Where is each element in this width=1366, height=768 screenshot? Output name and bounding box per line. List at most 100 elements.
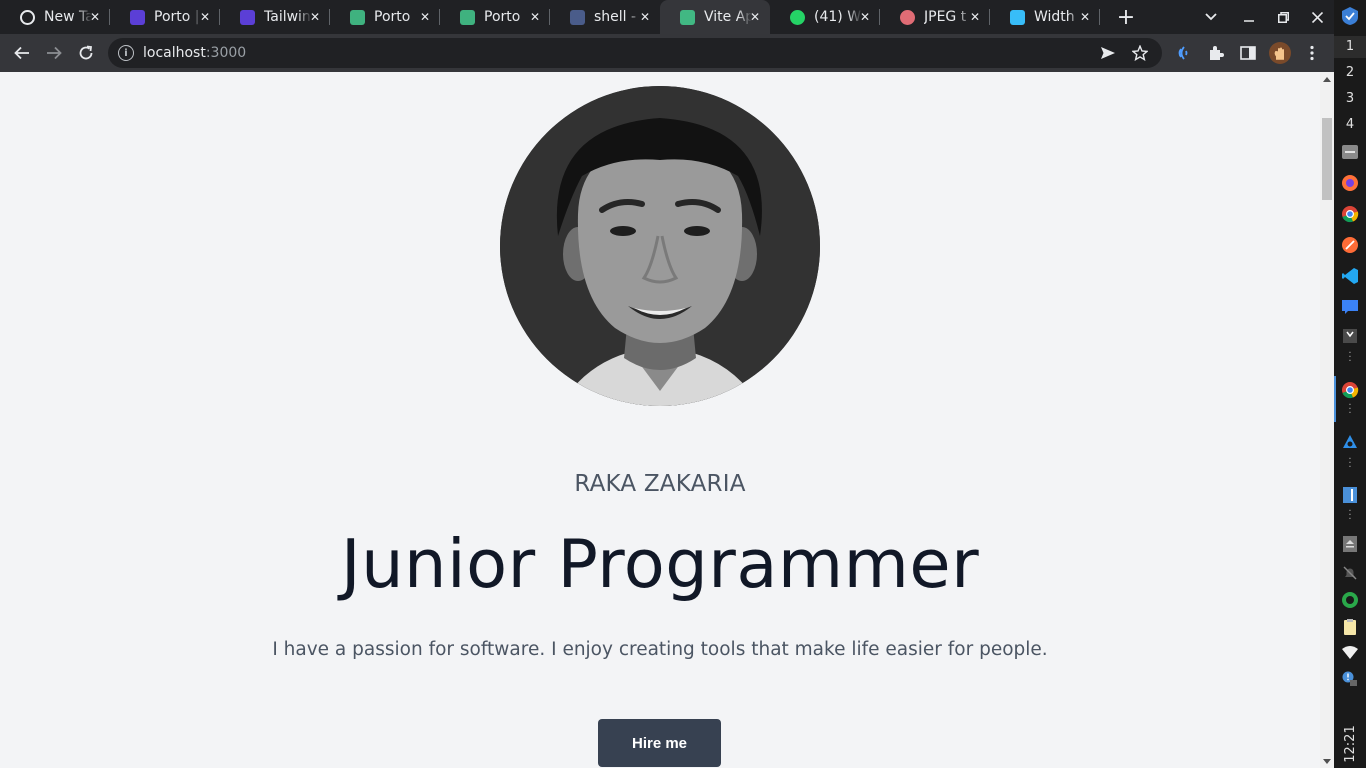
browser-toolbar: i localhost:3000 (0, 34, 1334, 72)
eject-icon[interactable] (1340, 534, 1360, 554)
dock-more-dots: · · · (1348, 454, 1352, 473)
chrome-active-icon[interactable] (1340, 380, 1360, 400)
tab-close-icon[interactable]: ✕ (966, 8, 984, 26)
restore-button[interactable] (1266, 0, 1300, 34)
vue-icon (680, 9, 695, 25)
update-notifier-icon[interactable] (1340, 669, 1360, 689)
extension-wave-button[interactable] (1168, 37, 1200, 69)
scroll-thumb[interactable] (1322, 118, 1332, 200)
bookmark-button[interactable] (1124, 38, 1156, 68)
back-button[interactable] (6, 37, 38, 69)
minimize-button[interactable] (1232, 0, 1266, 34)
tab-separator (1099, 9, 1100, 25)
tab-search-button[interactable] (1194, 0, 1228, 34)
tab-list: New Tab✕Porto | ✕Tailwind✕Porto✕Porto✕sh… (0, 0, 1100, 34)
green-square-icon (460, 9, 475, 25)
scroll-up-arrow-icon[interactable] (1323, 77, 1331, 82)
url-host: localhost (143, 45, 206, 61)
hire-me-button[interactable]: Hire me (598, 719, 721, 767)
tab-close-icon[interactable]: ✕ (306, 8, 324, 26)
side-panel-button[interactable] (1232, 37, 1264, 69)
tagline: I have a passion for software. I enjoy c… (272, 639, 1048, 660)
tab-close-icon[interactable]: ✕ (416, 8, 434, 26)
avatar (1269, 42, 1291, 64)
reload-icon (79, 45, 93, 60)
browser-tab[interactable]: JPEG t ✕ (880, 0, 990, 34)
tailwind-icon (1010, 9, 1025, 25)
tab-close-icon[interactable]: ✕ (526, 8, 544, 26)
chrome-icon[interactable] (1340, 204, 1360, 224)
sync-app-icon[interactable] (1340, 590, 1360, 610)
browser-tab[interactable]: Porto ✕ (440, 0, 550, 34)
portrait-image (500, 86, 820, 406)
chrome-icon (20, 9, 35, 25)
tab-title: Vite Ap (704, 9, 752, 25)
tab-close-icon[interactable]: ✕ (746, 8, 764, 26)
chrome-menu-button[interactable] (1296, 37, 1328, 69)
notifications-muted-icon[interactable] (1340, 563, 1360, 583)
puzzle-icon (1210, 46, 1224, 60)
browser-tab[interactable]: Porto ✕ (330, 0, 440, 34)
restore-icon (1277, 11, 1289, 23)
vscode-icon[interactable] (1340, 266, 1360, 286)
postman-icon[interactable] (1340, 235, 1360, 255)
scroll-down-arrow-icon[interactable] (1323, 759, 1331, 764)
window-controls (1194, 0, 1334, 34)
browser-tab[interactable]: Porto | ✕ (110, 0, 220, 34)
tab-title: shell - l (594, 9, 642, 25)
purple-square-icon (240, 9, 255, 25)
close-icon (1311, 11, 1323, 23)
browser-tab[interactable]: Vite Ap ✕ (660, 0, 770, 34)
tab-close-icon[interactable]: ✕ (856, 8, 874, 26)
browser-tab[interactable]: (41) Wh✕ (770, 0, 880, 34)
files-app-icon[interactable] (1340, 142, 1360, 162)
send-to-devices-button[interactable] (1092, 38, 1124, 68)
dock-more-dots: · · · (1348, 506, 1352, 525)
chat-app-icon[interactable] (1340, 297, 1360, 317)
firefox-icon[interactable] (1340, 173, 1360, 193)
tab-title: New Tab (44, 9, 92, 25)
tab-close-icon[interactable]: ✕ (86, 8, 104, 26)
browser-tab[interactable]: Width ✕ (990, 0, 1100, 34)
browser-tab[interactable]: New Tab✕ (0, 0, 110, 34)
minimize-icon (1244, 20, 1254, 22)
desktop-dock: 1 2 3 4 · · · · · · · · · · · · 12:21 (1334, 0, 1366, 768)
vpn-app-icon[interactable] (1340, 433, 1360, 453)
tab-strip: New Tab✕Porto | ✕Tailwind✕Porto✕Porto✕sh… (0, 0, 1334, 34)
green-square-icon (350, 9, 365, 25)
terminal-app-icon[interactable] (1340, 326, 1360, 346)
dock-more-dots: · · · (1348, 348, 1352, 367)
profile-button[interactable] (1264, 37, 1296, 69)
workspace-button[interactable]: 2 (1334, 62, 1366, 84)
hand-icon (1274, 47, 1284, 60)
toolbar-extensions (1168, 37, 1328, 69)
forward-button[interactable] (38, 37, 70, 69)
tab-title: (41) Wh (814, 9, 862, 25)
new-tab-button[interactable]: + (1112, 3, 1140, 31)
address-bar[interactable]: i localhost:3000 (108, 38, 1162, 68)
wifi-icon[interactable] (1340, 643, 1360, 663)
tab-close-icon[interactable]: ✕ (196, 8, 214, 26)
tab-close-icon[interactable]: ✕ (1076, 8, 1094, 26)
extensions-button[interactable] (1200, 37, 1232, 69)
browser-tab[interactable]: shell - l ✕ (550, 0, 660, 34)
close-window-button[interactable] (1300, 0, 1334, 34)
browser-tab[interactable]: Tailwind✕ (220, 0, 330, 34)
reload-button[interactable] (70, 37, 102, 69)
clipboard-icon[interactable] (1340, 617, 1360, 637)
tab-close-icon[interactable]: ✕ (636, 8, 654, 26)
page-viewport: RAKA ZAKARIA Junior Programmer I have a … (0, 72, 1320, 768)
workspace-button[interactable]: 3 (1334, 88, 1366, 110)
workspace-button[interactable]: 4 (1334, 114, 1366, 136)
job-title-heading: Junior Programmer (340, 525, 980, 603)
chevron-down-icon (1205, 13, 1217, 21)
tab-title: Tailwind (264, 9, 312, 25)
site-info-icon[interactable]: i (118, 45, 134, 61)
system-logo-icon[interactable] (1340, 6, 1360, 26)
tab-title: Porto (484, 9, 521, 25)
purple-square-icon (130, 9, 145, 25)
workspace-button[interactable]: 1 (1334, 36, 1366, 58)
page-scrollbar[interactable] (1320, 72, 1334, 768)
document-app-icon[interactable] (1340, 485, 1360, 505)
tab-title: Porto | (154, 9, 200, 25)
